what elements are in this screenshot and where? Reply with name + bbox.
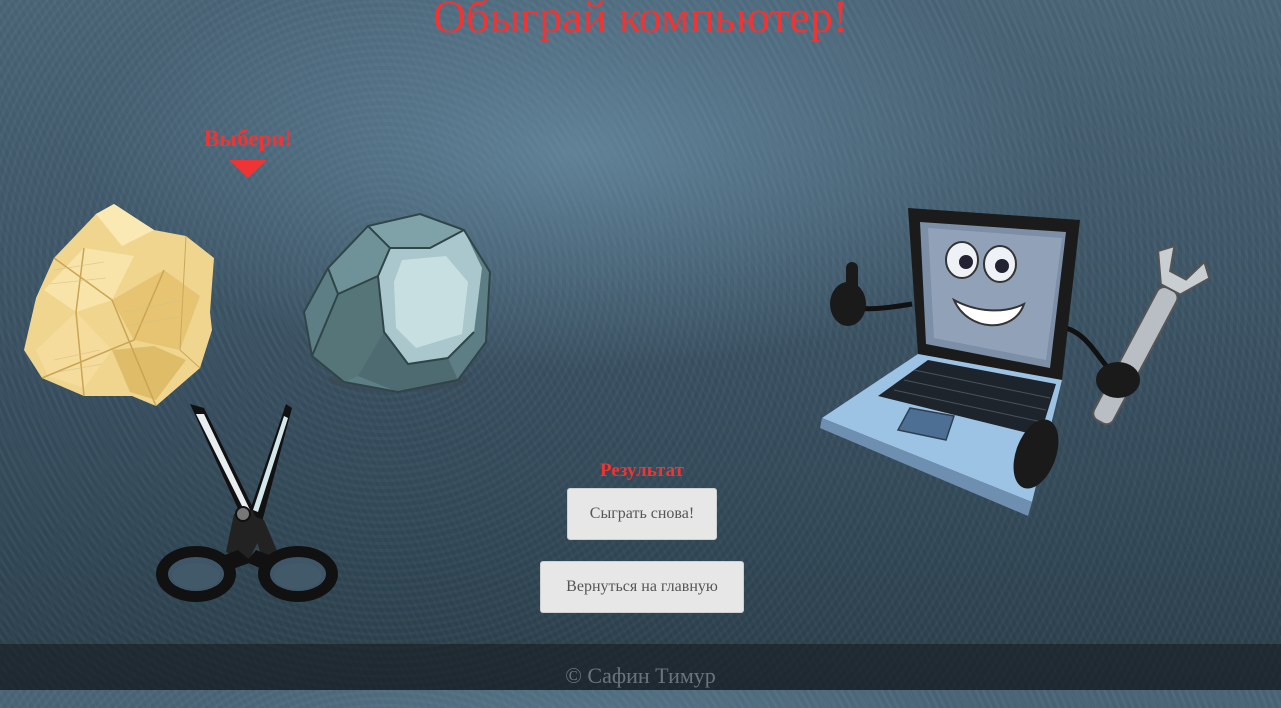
crumpled-paper-icon xyxy=(24,204,214,406)
copyright-text: © Сафин Тимур xyxy=(565,663,716,688)
choice-rock-button[interactable] xyxy=(298,208,494,398)
scissors-icon xyxy=(156,404,338,602)
page-title: Обыграй компьютер! xyxy=(432,0,849,42)
computer-opponent xyxy=(818,204,1210,524)
choose-label: Выбери! xyxy=(203,126,293,151)
rock-icon xyxy=(302,212,492,394)
choose-prompt: Выбери! xyxy=(196,126,300,178)
choice-paper-button[interactable] xyxy=(14,200,218,406)
play-again-button[interactable]: Сыграть снова! xyxy=(567,488,717,540)
back-home-button[interactable]: Вернуться на главную xyxy=(540,561,744,613)
choice-scissors-button[interactable] xyxy=(152,402,342,606)
laptop-mascot-icon xyxy=(820,208,1210,516)
arrow-down-icon xyxy=(229,160,267,178)
footer: © Сафин Тимур xyxy=(0,644,1281,690)
result-label: Результат xyxy=(600,460,684,481)
